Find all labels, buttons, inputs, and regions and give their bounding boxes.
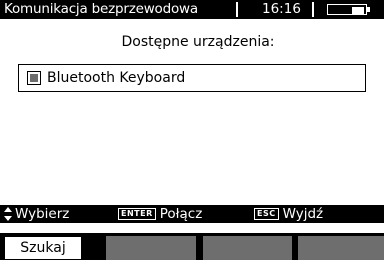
search-button-label: Szukaj xyxy=(20,240,66,256)
device-label: Bluetooth Keyboard xyxy=(47,70,186,86)
esc-key-icon: ESC xyxy=(254,208,279,220)
softkey-bar: Szukaj xyxy=(0,233,384,260)
page-title: Dostępne urządzenia: xyxy=(121,34,275,50)
select-hint: Wybierz xyxy=(4,206,69,222)
select-hint-label: Wybierz xyxy=(15,206,70,222)
softkey-2[interactable] xyxy=(106,236,196,260)
battery-icon xyxy=(327,4,377,15)
title-bar: Komunikacja bezprzewodowa 16:16 xyxy=(0,0,384,19)
exit-hint-label: Wyjdź xyxy=(282,206,324,222)
softkey-3[interactable] xyxy=(203,236,292,260)
search-button[interactable]: Szukaj xyxy=(4,236,82,260)
connect-hint: ENTER Połącz xyxy=(118,206,202,222)
exit-hint: ESC Wyjdź xyxy=(254,206,323,222)
updown-arrows-icon xyxy=(4,207,12,221)
list-item-bluetooth-keyboard[interactable]: Bluetooth Keyboard xyxy=(19,65,365,91)
key-hint-bar: Wybierz ENTER Połącz ESC Wyjdź xyxy=(0,205,384,223)
enter-key-icon: ENTER xyxy=(118,208,156,220)
device-list: Bluetooth Keyboard xyxy=(18,64,366,92)
divider xyxy=(312,2,314,17)
softkey-4[interactable] xyxy=(298,236,384,260)
clock: 16:16 xyxy=(262,1,301,17)
divider xyxy=(236,2,238,17)
checkbox-icon[interactable] xyxy=(27,71,41,85)
window-title: Komunikacja bezprzewodowa xyxy=(4,1,198,17)
connect-hint-label: Połącz xyxy=(159,206,203,222)
screen: Komunikacja bezprzewodowa 16:16 Dostępne… xyxy=(0,0,384,260)
